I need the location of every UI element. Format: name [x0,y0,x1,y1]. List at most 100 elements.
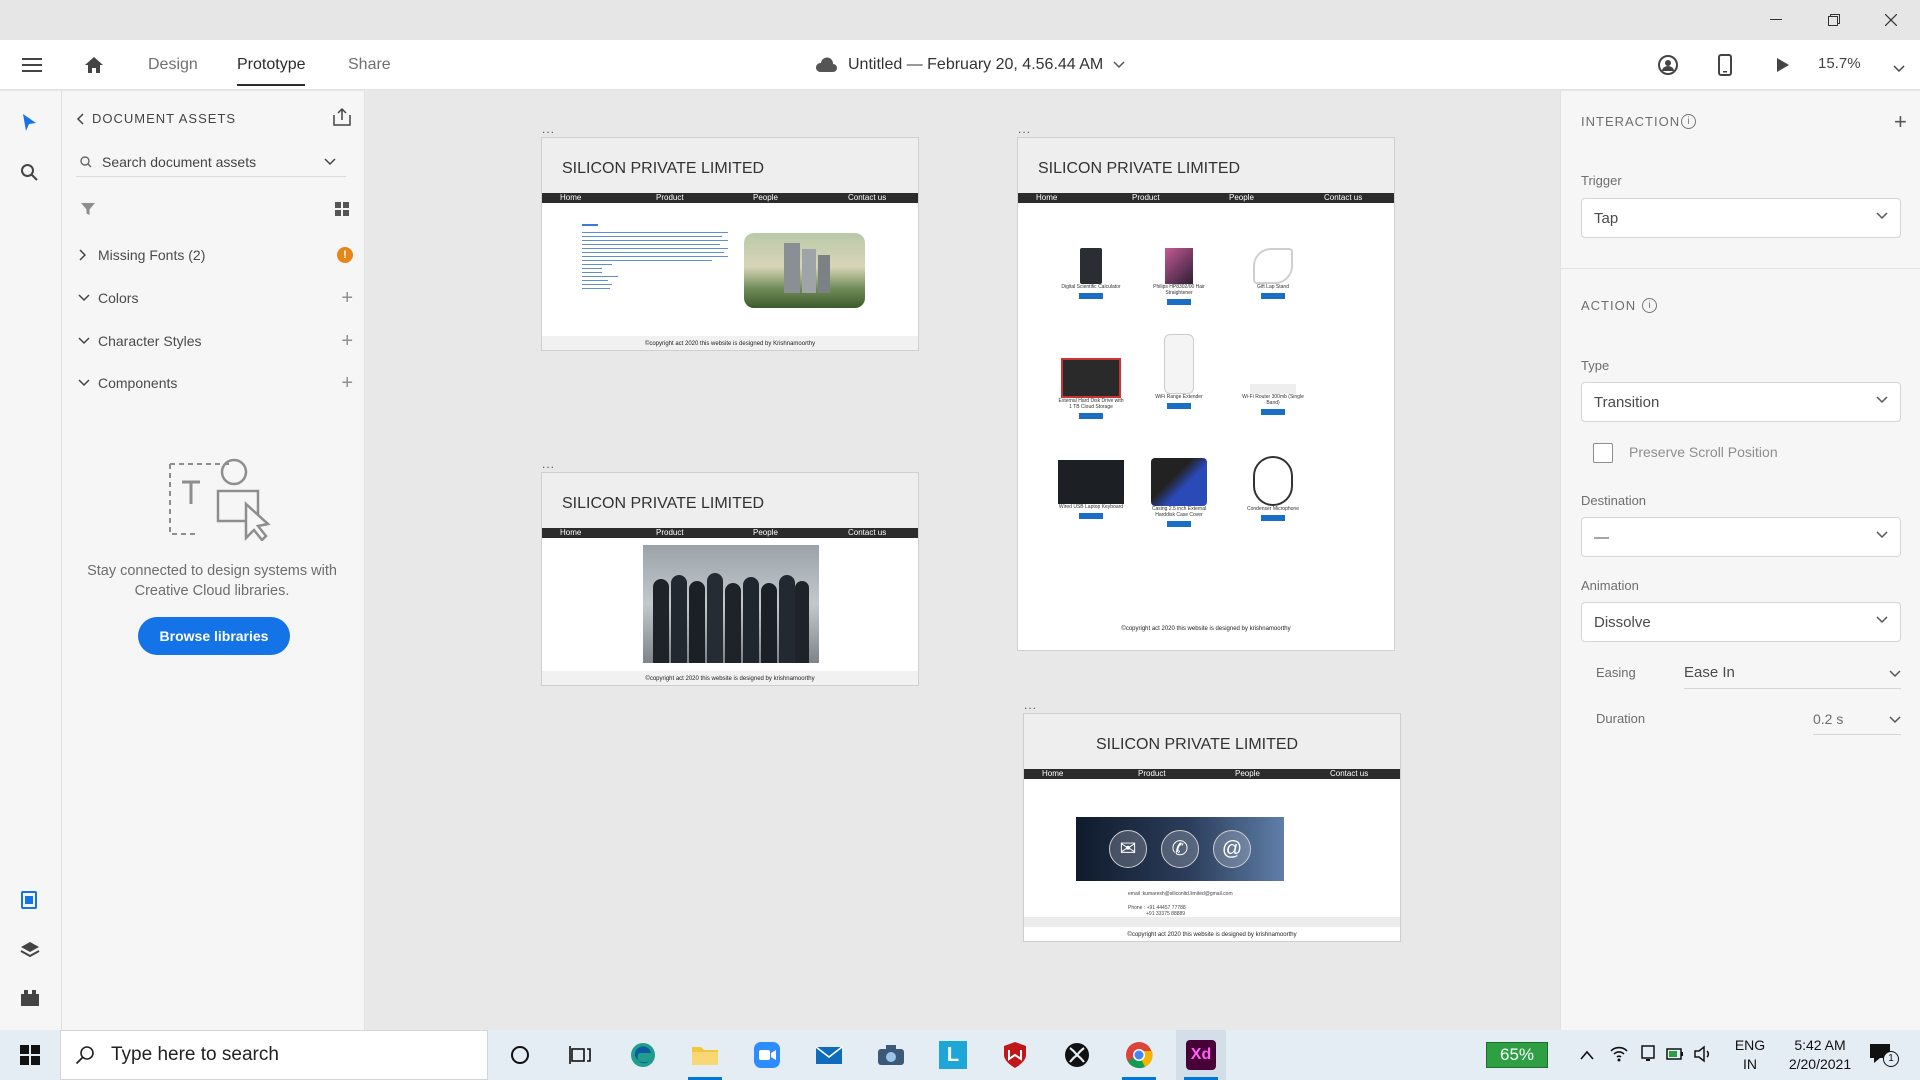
character-styles-section[interactable]: Character Styles + [78,330,353,352]
nav-product[interactable]: Product [1132,193,1160,203]
hamburger-menu-button[interactable] [12,40,52,90]
colors-section[interactable]: Colors + [78,287,353,309]
view-details-button[interactable] [1261,515,1285,521]
nav-product[interactable]: Product [1138,769,1166,779]
product-card[interactable]: WiFi Range Extender [1146,334,1212,409]
artboard-label[interactable]: ... [542,122,555,136]
view-details-button[interactable] [1079,293,1103,299]
browse-libraries-button[interactable]: Browse libraries [138,617,290,655]
share-user-button[interactable] [1648,40,1688,90]
product-card[interactable]: Wi-Fi Router 300mb (Single Band) [1240,348,1306,415]
filter-button[interactable] [80,201,96,222]
preserve-scroll-checkbox[interactable] [1593,443,1613,463]
edge-app[interactable] [618,1030,668,1080]
camera-app[interactable] [866,1030,916,1080]
volume-status[interactable] [1693,1045,1713,1068]
add-component-button[interactable]: + [341,372,353,395]
zoom-app[interactable] [742,1030,792,1080]
nav-home[interactable]: Home [1036,193,1057,203]
device-preview-button[interactable] [1705,40,1745,90]
battery-indicator[interactable]: 65% [1486,1042,1548,1068]
artboard-about[interactable]: SILICON PRIVATE LIMITED Home Product Peo… [541,137,919,351]
zoom-dropdown[interactable] [1893,60,1905,78]
xbox-app[interactable] [1052,1030,1102,1080]
tab-share[interactable]: Share [348,40,391,90]
play-preview-button[interactable] [1763,40,1803,90]
nav-home[interactable]: Home [560,528,581,538]
minimize-button[interactable] [1747,0,1805,40]
battery-status[interactable] [1666,1045,1684,1068]
tab-prototype[interactable]: Prototype [237,40,306,90]
product-card[interactable]: Condenser Microphone [1240,456,1306,521]
add-interaction-button[interactable]: + [1894,109,1907,135]
artboard-people[interactable]: SILICON PRIVATE LIMITED Home Product Peo… [541,472,919,686]
action-center-button[interactable]: 1 [1868,1042,1899,1068]
adobe-xd-app[interactable]: Xd [1176,1030,1226,1080]
show-hidden-icons-button[interactable] [1580,1047,1594,1065]
nav-people[interactable]: People [753,193,778,203]
components-section[interactable]: Components + [78,372,353,394]
view-details-button[interactable] [1261,409,1285,415]
easing-select[interactable]: Ease In [1684,657,1901,689]
view-details-button[interactable] [1167,403,1191,409]
artboard-label[interactable]: ... [1024,698,1037,712]
design-canvas[interactable]: ... SILICON PRIVATE LIMITED Home Product… [365,91,1560,1030]
add-color-button[interactable]: + [341,287,353,310]
chrome-app[interactable] [1114,1030,1164,1080]
nav-product[interactable]: Product [656,528,684,538]
info-icon[interactable]: i [1642,298,1657,313]
artboard-label[interactable]: ... [542,457,555,471]
grid-view-button[interactable] [334,201,350,222]
product-card[interactable]: Gift Lap Stand [1240,248,1306,299]
artboard-contact[interactable]: SILICON PRIVATE LIMITED Home Product Peo… [1023,713,1401,942]
product-card[interactable]: Philips HP8302/00 Hair Straightener [1146,248,1212,305]
zoom-level[interactable]: 15.7% [1818,55,1861,72]
search-assets-field[interactable]: Search document assets [76,147,346,177]
export-assets-button[interactable] [332,107,352,132]
select-tool[interactable] [20,113,38,138]
destination-select[interactable]: — [1581,517,1901,557]
trigger-select[interactable]: Tap [1581,198,1901,238]
restore-button[interactable] [1805,0,1863,40]
nav-home[interactable]: Home [1042,769,1063,779]
product-card[interactable]: External Hard Disk Drive with 1 TB Cloud… [1058,358,1124,419]
close-button[interactable] [1862,0,1920,40]
home-button[interactable] [74,40,114,90]
plugins-panel-toggle[interactable] [20,989,40,1012]
search-tool[interactable] [20,163,38,186]
nav-contact[interactable]: Contact us [848,193,886,203]
file-explorer-app[interactable] [680,1030,730,1080]
add-character-style-button[interactable]: + [341,330,353,353]
nav-people[interactable]: People [1235,769,1260,779]
cortana-button[interactable] [495,1030,545,1080]
task-view-button[interactable] [555,1030,605,1080]
view-details-button[interactable] [1167,299,1191,305]
artboard-products[interactable]: SILICON PRIVATE LIMITED Home Product Peo… [1017,137,1395,651]
nav-people[interactable]: People [753,528,778,538]
view-details-button[interactable] [1261,293,1285,299]
nav-people[interactable]: People [1229,193,1254,203]
layers-panel-toggle[interactable] [20,941,40,964]
product-card[interactable]: Digital Scientific Calculator [1058,248,1124,299]
view-details-button[interactable] [1167,521,1191,527]
assets-panel-toggle[interactable] [21,891,39,914]
info-icon[interactable]: i [1681,114,1696,129]
wifi-status[interactable] [1609,1044,1629,1067]
nav-home[interactable]: Home [560,193,581,203]
product-card[interactable]: Casing 2.5 inch External Harddisk Case C… [1146,458,1212,527]
artboard-label[interactable]: ... [1018,122,1031,136]
missing-fonts-row[interactable]: Missing Fonts (2) ! [78,244,353,266]
mail-app[interactable] [804,1030,854,1080]
l-app[interactable]: L [928,1030,978,1080]
mcafee-app[interactable] [990,1030,1040,1080]
meet-now-status[interactable] [1640,1044,1656,1067]
nav-contact[interactable]: Contact us [848,528,886,538]
nav-contact[interactable]: Contact us [1324,193,1362,203]
animation-select[interactable]: Dissolve [1581,602,1901,642]
nav-contact[interactable]: Contact us [1330,769,1368,779]
nav-product[interactable]: Product [656,193,684,203]
duration-select[interactable]: 0.2 s [1813,703,1901,735]
product-card[interactable]: Wired USB Laptop Keyboard [1054,460,1128,519]
view-details-button[interactable] [1079,513,1103,519]
view-details-button[interactable] [1079,413,1103,419]
